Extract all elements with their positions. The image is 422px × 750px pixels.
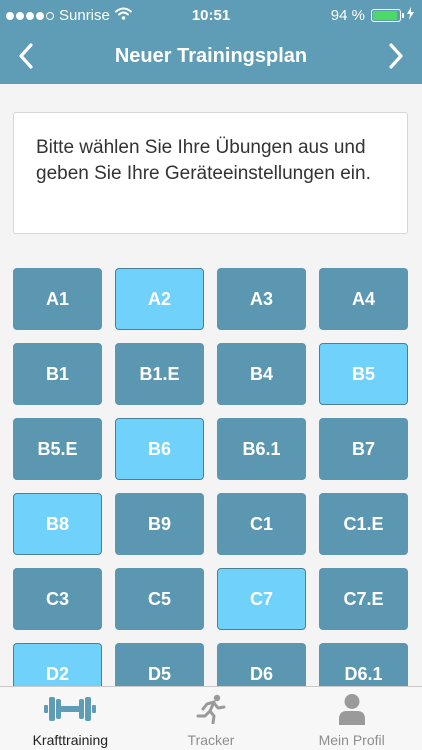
status-bar: Sunrise 10:51 94 % bbox=[0, 0, 422, 32]
exercise-tile[interactable]: B1 bbox=[13, 343, 102, 405]
exercise-tile[interactable]: D6.1 bbox=[319, 643, 408, 686]
exercise-tile[interactable]: B7 bbox=[319, 418, 408, 480]
exercise-tile[interactable]: D2 bbox=[13, 643, 102, 686]
battery-group: 94 % bbox=[331, 7, 414, 24]
exercise-tile[interactable]: C1 bbox=[217, 493, 306, 555]
exercise-tile[interactable]: D6 bbox=[217, 643, 306, 686]
tab-label: Krafttraining bbox=[32, 732, 109, 748]
tab-label: Mein Profil bbox=[318, 732, 385, 748]
tab-bar: Krafttraining Tracker Mein Profil bbox=[0, 686, 422, 750]
exercise-tile[interactable]: A4 bbox=[319, 268, 408, 330]
exercise-tile[interactable]: B9 bbox=[115, 493, 204, 555]
exercise-grid: A1 A2 A3 A4 B1 B1.E B4 B5 B5.E B6 B6.1 B7 B8 B9 C1 C1.E… bbox=[13, 268, 409, 686]
dumbbell-icon bbox=[0, 693, 141, 725]
exercise-tile[interactable]: B6 bbox=[115, 418, 204, 480]
exercise-tile[interactable]: B4 bbox=[217, 343, 306, 405]
exercise-tile[interactable]: D5 bbox=[115, 643, 204, 686]
charging-icon bbox=[407, 7, 414, 24]
tab-krafttraining[interactable]: Krafttraining bbox=[0, 687, 141, 750]
tab-tracker[interactable]: Tracker bbox=[141, 687, 282, 750]
navigation-bar: Neuer Trainingsplan bbox=[0, 32, 422, 84]
runner-icon bbox=[141, 693, 282, 725]
page-title: Neuer Trainingsplan bbox=[114, 45, 308, 67]
exercise-tile[interactable]: A2 bbox=[115, 268, 204, 330]
exercise-tile[interactable]: B8 bbox=[13, 493, 102, 555]
forward-button[interactable] bbox=[374, 32, 418, 84]
exercise-tile[interactable]: C5 bbox=[115, 568, 204, 630]
tab-label: Tracker bbox=[187, 732, 235, 748]
exercise-tile[interactable]: C1.E bbox=[319, 493, 408, 555]
person-icon bbox=[281, 693, 422, 725]
exercise-tile[interactable]: B5 bbox=[319, 343, 408, 405]
exercise-tile[interactable]: B5.E bbox=[13, 418, 102, 480]
instruction-box: Bitte wählen Sie Ihre Übungen aus und ge… bbox=[13, 112, 408, 234]
exercise-tile[interactable]: C3 bbox=[13, 568, 102, 630]
tab-mein-profil[interactable]: Mein Profil bbox=[281, 687, 422, 750]
chevron-right-icon bbox=[388, 42, 404, 74]
exercise-tile[interactable]: A3 bbox=[217, 268, 306, 330]
exercise-tile[interactable]: C7 bbox=[217, 568, 306, 630]
instruction-text: Bitte wählen Sie Ihre Übungen aus und ge… bbox=[36, 137, 371, 184]
battery-level bbox=[373, 11, 398, 20]
exercise-tile[interactable]: B1.E bbox=[115, 343, 204, 405]
exercise-tile[interactable]: A1 bbox=[13, 268, 102, 330]
exercise-tile[interactable]: C7.E bbox=[319, 568, 408, 630]
exercise-tile[interactable]: B6.1 bbox=[217, 418, 306, 480]
battery-percentage: 94 % bbox=[330, 7, 365, 24]
battery-icon bbox=[371, 9, 404, 22]
